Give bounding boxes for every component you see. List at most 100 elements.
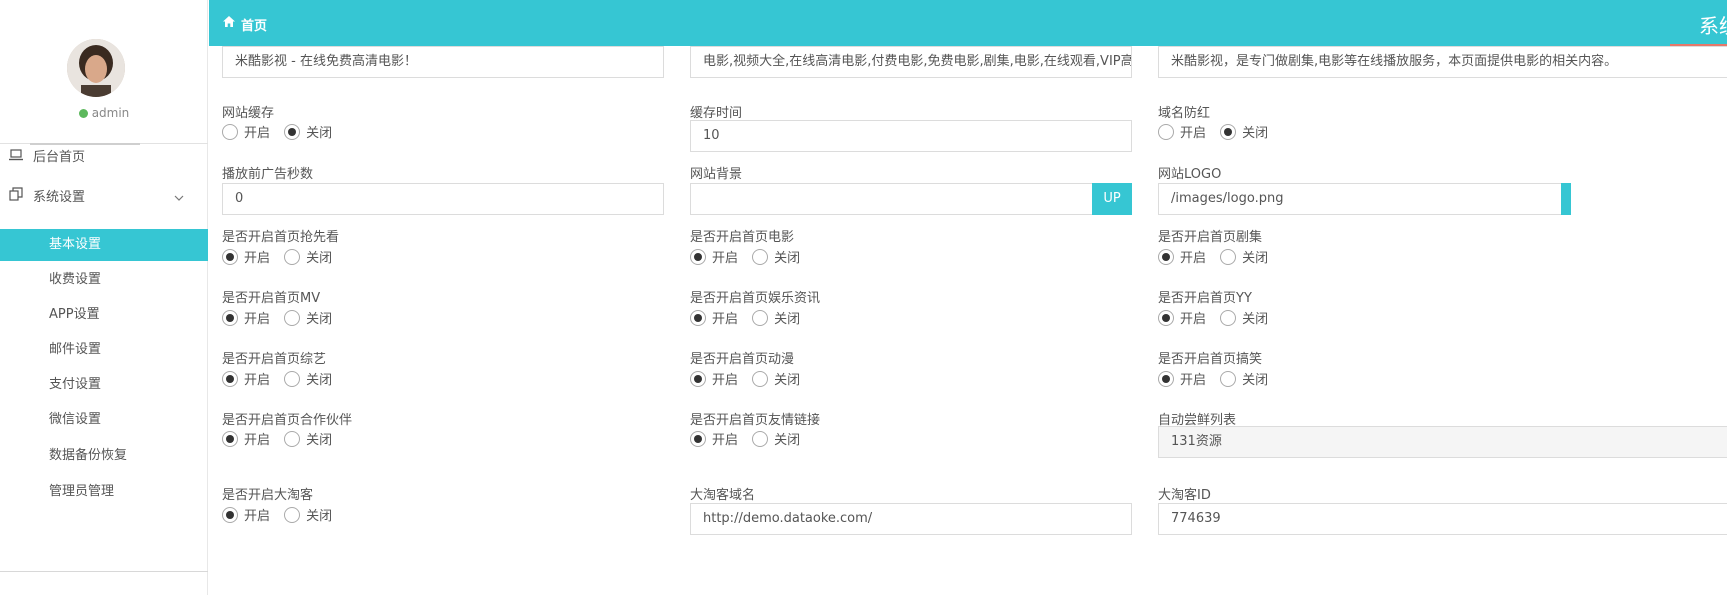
sidebar-item-fee[interactable]: 收费设置 — [0, 264, 208, 296]
sidebar-item-basic[interactable]: 基本设置 — [0, 229, 208, 261]
dtk-label: 是否开启大淘客 — [222, 488, 314, 503]
avatar[interactable] — [67, 39, 125, 97]
funny-on-radio[interactable]: 开启 — [1158, 371, 1206, 391]
username: admin — [91, 106, 130, 120]
yy-off-radio[interactable]: 关闭 — [1220, 310, 1268, 330]
radio-circle-checked[interactable] — [222, 310, 238, 326]
friend-link-label: 是否开启首页友情链接 — [690, 413, 821, 428]
radio-circle-checked[interactable] — [690, 310, 706, 326]
dtk-on-radio[interactable]: 开启 — [222, 507, 270, 527]
anime-on-radio[interactable]: 开启 — [690, 371, 738, 391]
cache-time-label: 缓存时间 — [690, 106, 743, 121]
radio-circle[interactable] — [1220, 249, 1237, 265]
friend-link-radio-group: 开启 关闭 — [690, 431, 810, 451]
radio-circle[interactable] — [284, 507, 301, 523]
auto-list-select[interactable]: 131资源 — [1158, 426, 1727, 458]
nav-item-home[interactable]: 后台首页 — [0, 140, 208, 176]
mv-label: 是否开启首页MV — [222, 291, 321, 306]
mv-radio-group: 开启 关闭 — [222, 310, 342, 330]
cache-on-radio[interactable]: 开启 — [222, 124, 270, 144]
radio-circle[interactable] — [222, 124, 238, 140]
variety-label: 是否开启首页综艺 — [222, 352, 327, 367]
description-input[interactable]: 米酷影视，是专门做剧集,电影等在线播放服务，本页面提供电影的相关内容。 — [1158, 46, 1727, 78]
friend-link-on-radio[interactable]: 开启 — [690, 431, 738, 451]
sidebar-item-mail[interactable]: 邮件设置 — [0, 334, 208, 366]
radio-circle-checked[interactable] — [690, 371, 706, 387]
variety-on-radio[interactable]: 开启 — [222, 371, 270, 391]
ent-on-radio[interactable]: 开启 — [690, 310, 738, 330]
ad-seconds-input[interactable]: 0 — [222, 183, 664, 215]
yy-on-radio[interactable]: 开启 — [1158, 310, 1206, 330]
ad-seconds-label: 播放前广告秒数 — [222, 167, 314, 182]
radio-circle-checked[interactable] — [222, 431, 238, 447]
movie-off-radio[interactable]: 关闭 — [752, 249, 800, 269]
radio-circle[interactable] — [284, 371, 301, 387]
radio-circle-checked[interactable] — [1158, 310, 1174, 326]
anti-red-on-radio[interactable]: 开启 — [1158, 124, 1206, 144]
radio-circle-checked[interactable] — [1158, 371, 1174, 387]
radio-circle[interactable] — [1220, 310, 1237, 326]
sidebar-item-wechat[interactable]: 微信设置 — [0, 404, 208, 436]
movie-on-radio[interactable]: 开启 — [690, 249, 738, 269]
mv-on-radio[interactable]: 开启 — [222, 310, 270, 330]
upload-button[interactable]: UP — [1092, 183, 1132, 215]
dtk-off-radio[interactable]: 关闭 — [284, 507, 332, 527]
logo-input[interactable]: /images/logo.png — [1158, 183, 1562, 215]
radio-circle[interactable] — [752, 431, 769, 447]
anti-red-off-radio[interactable]: 关闭 — [1220, 124, 1268, 144]
funny-radio-group: 开启 关闭 — [1158, 371, 1278, 391]
ent-off-radio[interactable]: 关闭 — [752, 310, 800, 330]
radio-circle-checked[interactable] — [1158, 249, 1174, 265]
radio-circle[interactable] — [284, 310, 301, 326]
anti-red-label: 域名防红 — [1158, 106, 1211, 121]
radio-circle[interactable] — [752, 310, 769, 326]
radio-circle[interactable] — [284, 249, 301, 265]
nav-settings-label: 系统设置 — [33, 190, 86, 205]
bg-input[interactable] — [690, 183, 1093, 215]
mv-off-radio[interactable]: 关闭 — [284, 310, 332, 330]
friend-link-off-radio[interactable]: 关闭 — [752, 431, 800, 451]
radio-circle[interactable] — [1158, 124, 1174, 140]
variety-radio-group: 开启 关闭 — [222, 371, 342, 391]
ent-label: 是否开启首页娱乐资讯 — [690, 291, 821, 306]
movie-label: 是否开启首页电影 — [690, 230, 795, 245]
cache-off-radio[interactable]: 关闭 — [284, 124, 332, 144]
radio-circle[interactable] — [752, 249, 769, 265]
series-off-radio[interactable]: 关闭 — [1220, 249, 1268, 269]
variety-off-radio[interactable]: 关闭 — [284, 371, 332, 391]
keywords-input[interactable]: 电影,视频大全,在线高清电影,付费电影,免费电影,剧集,电影,在线观看,VIP高… — [690, 46, 1132, 78]
preview-radio-group: 开启 关闭 — [222, 249, 342, 269]
sidebar-item-payment[interactable]: 支付设置 — [0, 369, 208, 401]
sidebar-item-backup[interactable]: 数据备份恢复 — [0, 440, 208, 472]
site-title-input[interactable]: 米酷影视 - 在线免费高清电影！ — [222, 46, 664, 78]
radio-circle[interactable] — [284, 431, 301, 447]
radio-circle-checked[interactable] — [1220, 124, 1237, 140]
radio-circle[interactable] — [752, 371, 769, 387]
preview-on-radio[interactable]: 开启 — [222, 249, 270, 269]
laptop-icon — [8, 140, 24, 176]
dtk-id-input[interactable]: 774639 — [1158, 503, 1727, 535]
series-on-radio[interactable]: 开启 — [1158, 249, 1206, 269]
radio-circle[interactable] — [1220, 371, 1237, 387]
nav-home-label: 后台首页 — [33, 150, 86, 165]
radio-circle-checked[interactable] — [222, 249, 238, 265]
partner-on-radio[interactable]: 开启 — [222, 431, 270, 451]
yy-radio-group: 开启 关闭 — [1158, 310, 1278, 330]
dtk-domain-input[interactable]: http://demo.dataoke.com/ — [690, 503, 1132, 535]
sidebar-item-app[interactable]: APP设置 — [0, 299, 208, 331]
funny-label: 是否开启首页搞笑 — [1158, 352, 1263, 367]
radio-circle-checked[interactable] — [222, 371, 238, 387]
sidebar: admin 后台首页 系统设置 基本设置 收费设置 APP设置 邮件设置 支付设… — [0, 0, 208, 595]
cache-time-input[interactable]: 10 — [690, 120, 1132, 152]
partner-off-radio[interactable]: 关闭 — [284, 431, 332, 451]
radio-circle-checked[interactable] — [222, 507, 238, 523]
sidebar-item-admin[interactable]: 管理员管理 — [0, 476, 208, 508]
radio-circle-checked[interactable] — [284, 124, 301, 140]
nav-item-settings[interactable]: 系统设置 — [0, 180, 208, 216]
radio-circle-checked[interactable] — [690, 249, 706, 265]
anime-off-radio[interactable]: 关闭 — [752, 371, 800, 391]
preview-off-radio[interactable]: 关闭 — [284, 249, 332, 269]
logo-upload-button[interactable] — [1561, 183, 1571, 215]
funny-off-radio[interactable]: 关闭 — [1220, 371, 1268, 391]
radio-circle-checked[interactable] — [690, 431, 706, 447]
